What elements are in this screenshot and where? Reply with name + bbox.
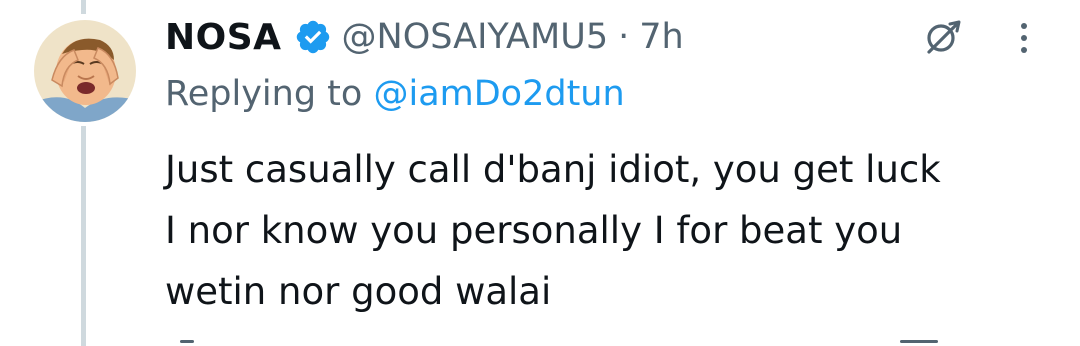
timestamp[interactable]: 7h (639, 17, 683, 57)
tweet-text: Just casually call d'banj idiot, you get… (165, 148, 941, 313)
more-options-icon[interactable] (1016, 20, 1032, 56)
tweet-header: NOSA @NOSAIYAMU5 · 7h (165, 14, 684, 60)
replying-to-handle-link[interactable]: @iamDo2dtun (373, 74, 624, 114)
share-action-icon[interactable] (900, 340, 938, 343)
replying-to-label: Replying to (165, 74, 363, 114)
author-display-name[interactable]: NOSA (165, 17, 282, 58)
replying-to-line: Replying to @iamDo2dtun (165, 74, 625, 114)
cartoon-man-avatar-icon (34, 20, 136, 122)
thread-connector-top (81, 0, 86, 14)
reply-action-icon[interactable] (180, 340, 194, 343)
verified-badge-icon[interactable] (294, 18, 332, 56)
avatar[interactable] (34, 20, 136, 122)
grok-icon[interactable] (922, 16, 964, 58)
separator-dot: · (618, 17, 630, 57)
author-handle[interactable]: @NOSAIYAMU5 (342, 17, 609, 57)
thread-connector-bottom (81, 126, 86, 346)
action-bar-peek (0, 340, 1080, 346)
